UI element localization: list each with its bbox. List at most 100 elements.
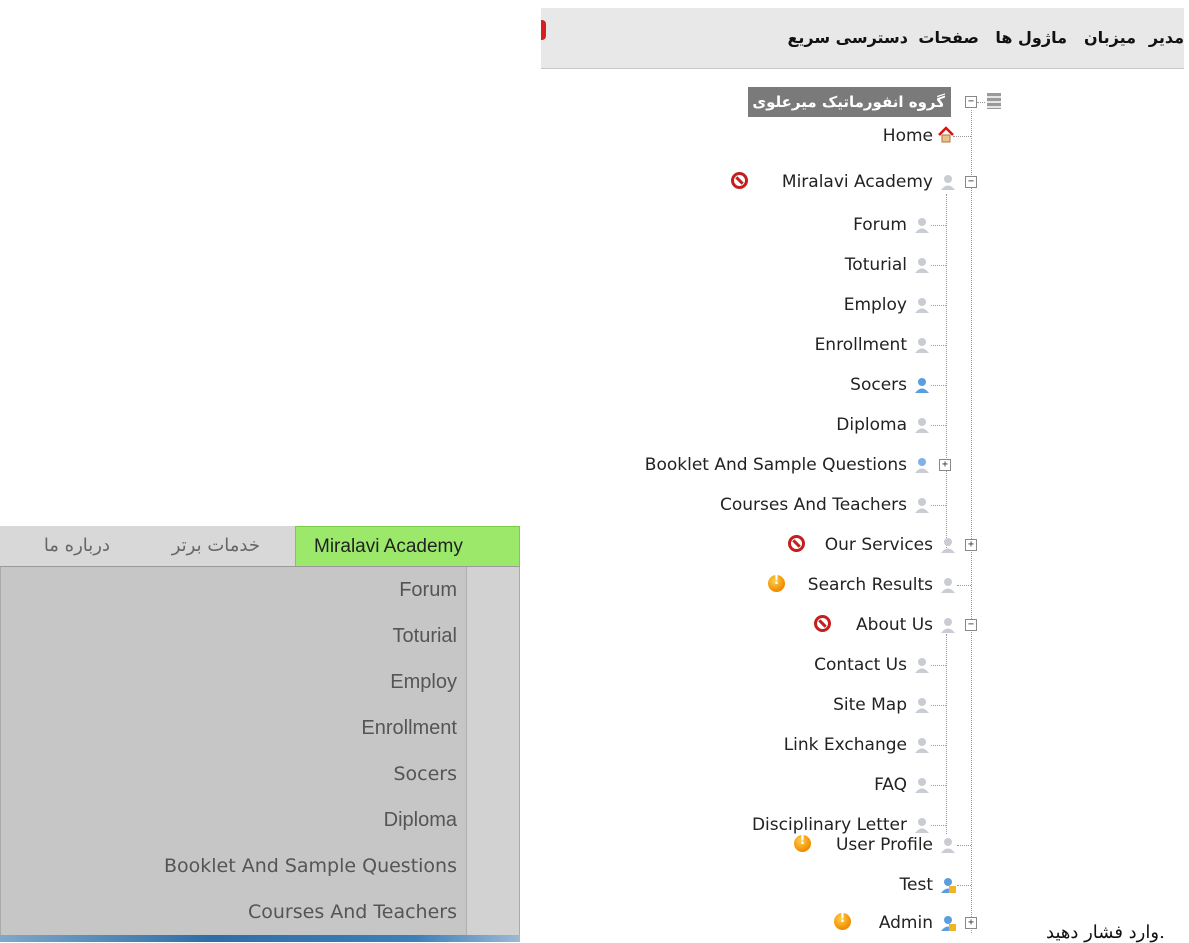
dropdown-gutter — [466, 567, 519, 935]
home-icon — [938, 126, 954, 143]
tree-node-user-profile[interactable]: User Profile — [836, 830, 933, 860]
page-user-icon — [915, 698, 929, 713]
tree-node-link-exchange[interactable]: Link Exchange — [784, 730, 907, 760]
page-user-icon — [941, 838, 955, 853]
tree-connector — [971, 110, 972, 933]
tab-miralavi-academy[interactable]: Miralavi Academy — [295, 526, 520, 566]
warning-status-icon — [834, 911, 851, 930]
tree-node-enrollment[interactable]: Enrollment — [815, 330, 907, 360]
expand-booklet-toggle[interactable]: + — [939, 459, 951, 471]
dropdown-item-socers[interactable]: Socers — [393, 751, 457, 797]
tree-node-test[interactable]: Test — [900, 870, 933, 900]
disabled-status-icon — [731, 172, 748, 189]
page-user-icon — [915, 418, 929, 433]
tree-node-contact-us[interactable]: Contact Us — [814, 650, 907, 680]
page-user-lock-icon — [941, 878, 956, 893]
tree-node-site-root[interactable]: گروه انفورماتیک میرعلوی — [748, 87, 951, 117]
tree-connector — [946, 194, 947, 550]
tree-connector — [977, 102, 985, 103]
taskbar-strip — [0, 935, 520, 942]
navigation-menu-preview: Miralavi Academy خدمات برتر درباره ما Fo… — [0, 518, 520, 942]
dropdown-menu: Forum Toturial Employ Enrollment Socers … — [0, 567, 520, 935]
tree-connector — [931, 305, 946, 306]
admin-panel: مدیر میزبان ماژول ها صفحات دسترسی سریع −… — [541, 8, 1184, 938]
tree-node-site-map[interactable]: Site Map — [833, 690, 907, 720]
page-user-icon — [915, 258, 929, 273]
tree-connector — [931, 705, 946, 706]
tree-node-academy[interactable]: Miralavi Academy — [782, 167, 933, 197]
menu-admin[interactable]: مدیر — [1149, 8, 1184, 68]
dropdown-item-booklet[interactable]: Booklet And Sample Questions — [164, 843, 457, 889]
tree-node-forum[interactable]: Forum — [853, 210, 907, 240]
tree-connector — [931, 225, 946, 226]
dropdown-item-toturial[interactable]: Toturial — [393, 613, 457, 659]
tree-connector — [931, 825, 946, 826]
page-user-icon — [915, 298, 929, 313]
tree-connector — [957, 845, 971, 846]
menu-bar: Miralavi Academy خدمات برتر درباره ما — [0, 526, 520, 567]
tree-node-toturial[interactable]: Toturial — [845, 250, 907, 280]
page-user-icon — [915, 218, 929, 233]
page-user-lock-icon — [941, 916, 956, 931]
instruction-text: وارد فشار دهید. — [1046, 922, 1165, 943]
tree-node-our-services[interactable]: Our Services — [825, 530, 933, 560]
dropdown-item-employ[interactable]: Employ — [390, 659, 457, 705]
tree-connector — [931, 265, 946, 266]
warning-status-icon — [794, 833, 811, 852]
page-user-icon — [941, 618, 955, 633]
collapse-root-toggle[interactable]: − — [965, 96, 977, 108]
tree-node-about-us[interactable]: About Us — [856, 610, 933, 640]
page-user-icon — [915, 658, 929, 673]
warning-status-icon — [768, 573, 785, 592]
page-tree: − گروه انفورماتیک میرعلوی Home − Miralav… — [541, 78, 1184, 938]
dropdown-item-forum[interactable]: Forum — [399, 567, 457, 613]
tree-node-diploma[interactable]: Diploma — [836, 410, 907, 440]
tree-connector — [931, 505, 946, 506]
page-user-icon — [915, 738, 929, 753]
tab-top-services[interactable]: خدمات برتر — [172, 526, 260, 566]
tree-node-home[interactable]: Home — [883, 121, 933, 151]
menu-pages[interactable]: صفحات — [918, 8, 979, 68]
expand-our-services-toggle[interactable]: + — [965, 539, 977, 551]
menu-quick-access[interactable]: دسترسی سریع — [787, 8, 908, 68]
dropdown-item-diploma[interactable]: Diploma — [384, 797, 457, 843]
tree-node-admin[interactable]: Admin — [879, 908, 933, 938]
tree-node-employ[interactable]: Employ — [844, 290, 907, 320]
page-user-icon — [941, 538, 955, 553]
disabled-status-icon — [788, 535, 805, 552]
tree-connector — [957, 585, 971, 586]
dropdown-item-courses[interactable]: Courses And Teachers — [248, 889, 457, 935]
tree-node-booklet[interactable]: Booklet And Sample Questions — [645, 450, 907, 480]
tree-connector — [946, 634, 947, 834]
notification-tab-icon — [541, 20, 546, 40]
tree-connector — [931, 385, 946, 386]
menu-host[interactable]: میزبان — [1084, 8, 1136, 68]
tree-connector — [953, 136, 971, 137]
page-user-blue-icon — [915, 378, 929, 393]
tree-node-faq[interactable]: FAQ — [874, 770, 907, 800]
collapse-about-us-toggle[interactable]: − — [965, 619, 977, 631]
tree-connector — [931, 425, 946, 426]
dropdown-item-enrollment[interactable]: Enrollment — [361, 705, 457, 751]
disabled-status-icon — [814, 615, 831, 632]
tree-connector — [931, 345, 946, 346]
tree-node-socers[interactable]: Socers — [850, 370, 907, 400]
tree-connector — [957, 885, 971, 886]
admin-menu-bar: مدیر میزبان ماژول ها صفحات دسترسی سریع — [541, 8, 1184, 69]
tree-connector — [931, 665, 946, 666]
site-root-icon — [987, 93, 1001, 109]
page-user-icon — [941, 175, 955, 190]
tree-connector — [931, 745, 946, 746]
menu-modules[interactable]: ماژول ها — [995, 8, 1067, 68]
tree-node-courses[interactable]: Courses And Teachers — [720, 490, 907, 520]
page-user-icon — [915, 778, 929, 793]
tab-about-us[interactable]: درباره ما — [44, 526, 110, 566]
expand-admin-toggle[interactable]: + — [965, 917, 977, 929]
page-user-blue-icon — [915, 458, 929, 473]
tree-connector — [931, 785, 946, 786]
page-user-icon — [915, 338, 929, 353]
tree-node-search-results[interactable]: Search Results — [808, 570, 933, 600]
page-user-icon — [915, 498, 929, 513]
page-user-icon — [941, 578, 955, 593]
collapse-academy-toggle[interactable]: − — [965, 176, 977, 188]
